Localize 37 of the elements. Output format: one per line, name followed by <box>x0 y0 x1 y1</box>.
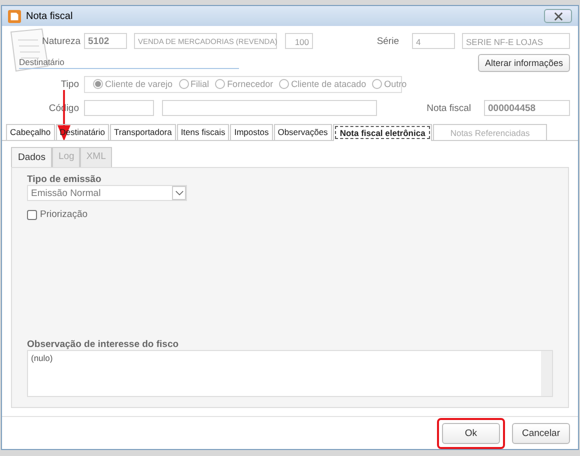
radio-button[interactable] <box>178 79 189 89</box>
radio-option[interactable]: Fornecedor <box>215 79 274 89</box>
field-label: Observação de interesse do fisco <box>27 339 179 350</box>
radio-button[interactable] <box>215 79 226 89</box>
serie-code-field[interactable]: 4 <box>412 33 455 49</box>
name-field[interactable] <box>162 100 377 116</box>
field-label: Tipo <box>60 78 80 90</box>
radio-option[interactable]: Filial <box>178 79 210 89</box>
section-label: Destinatário <box>19 57 239 69</box>
radio-option[interactable]: Cliente de atacado <box>279 79 366 89</box>
close-icon <box>554 12 562 20</box>
radio-option[interactable]: Cliente de varejo <box>93 79 173 89</box>
natureza-code-field[interactable]: 5102 <box>84 33 127 49</box>
field-label: Nota fiscal <box>426 102 472 114</box>
priorizacao-checkbox[interactable]: Priorização <box>27 209 88 220</box>
observation-textarea[interactable]: (nulo) <box>27 350 553 397</box>
invoice-number-field[interactable]: 000004458 <box>484 100 570 116</box>
code-field[interactable] <box>84 100 154 116</box>
radio-button[interactable] <box>93 79 103 89</box>
tab[interactable]: Nota fiscal eletrônica <box>332 124 432 141</box>
tab[interactable]: Dados <box>11 147 52 167</box>
radio-button[interactable] <box>372 79 382 89</box>
serie-description-field[interactable]: SERIE NF-E LOJAS <box>462 33 570 49</box>
radio-option[interactable]: Outro <box>372 79 407 89</box>
dialog-button[interactable]: Cancelar <box>512 422 570 444</box>
natureza-number-field[interactable]: 100 <box>285 33 313 49</box>
field-label: Tipo de emissão <box>27 174 102 185</box>
app-icon <box>8 10 21 22</box>
chevron-down-icon <box>174 190 184 196</box>
field-label: Natureza <box>42 36 82 46</box>
radio-button[interactable] <box>279 79 290 89</box>
emission-type-dropdown[interactable]: Emissão Normal <box>27 185 187 201</box>
close-button[interactable] <box>544 9 572 23</box>
field-label: Série <box>376 36 400 46</box>
window-title: Nota fiscal <box>26 10 73 22</box>
dialog-button[interactable]: Ok <box>442 422 500 444</box>
alter-info-button[interactable]: Alterar informações <box>478 54 570 72</box>
